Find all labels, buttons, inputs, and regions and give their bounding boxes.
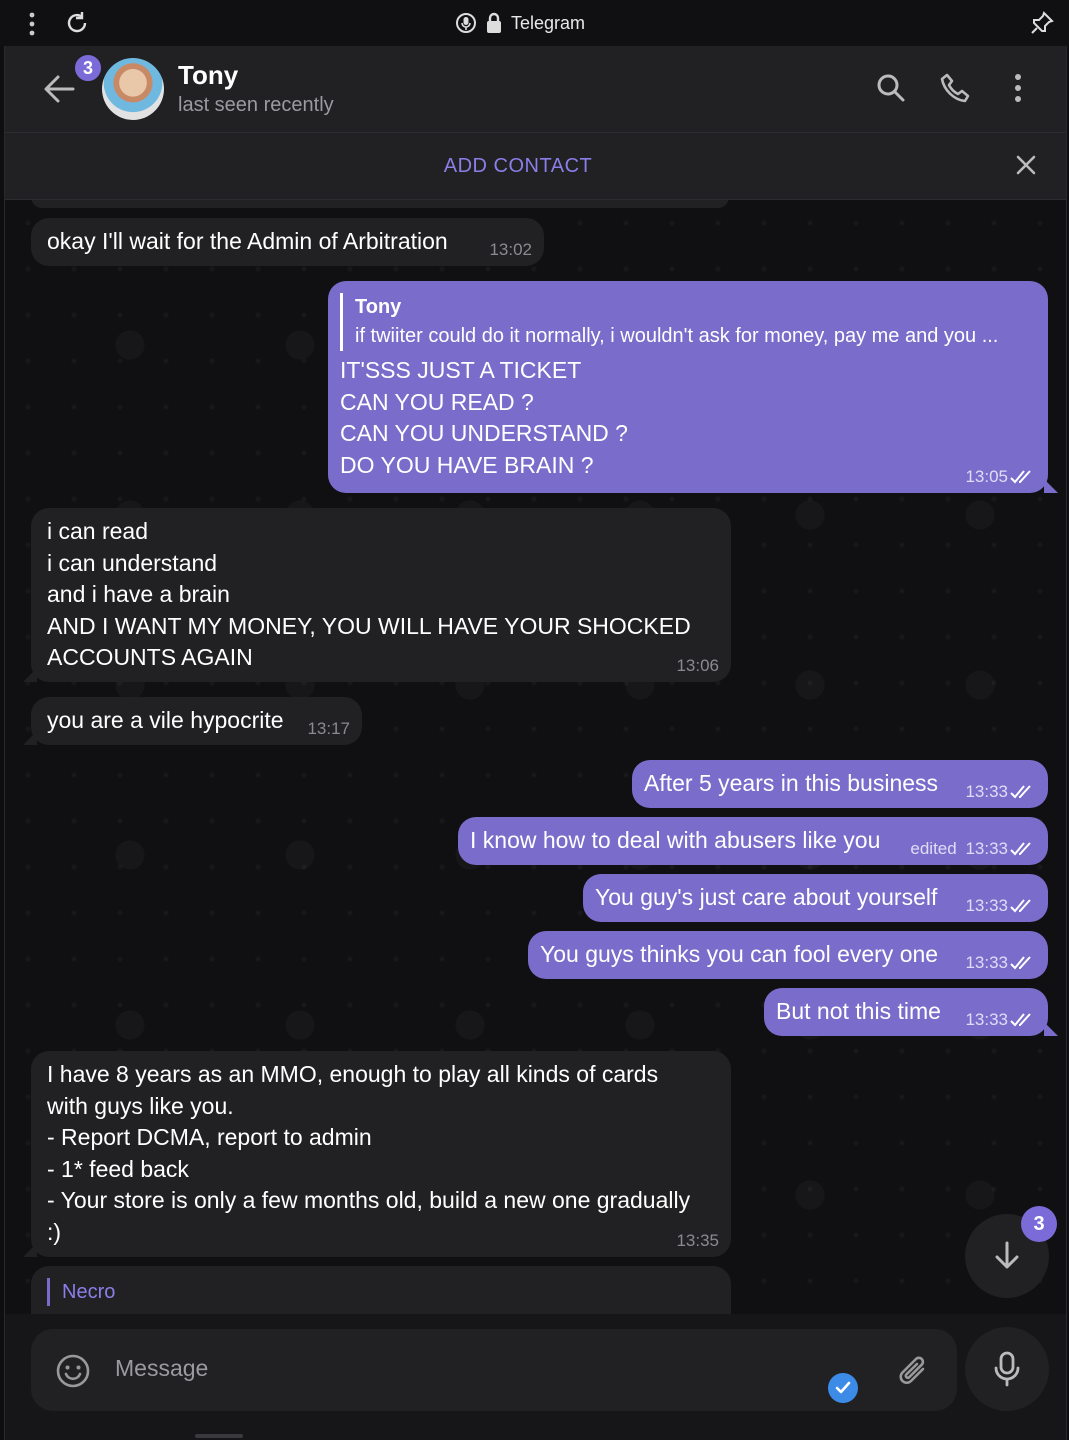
message-composer[interactable]: Message	[31, 1329, 957, 1411]
back-arrow-icon[interactable]	[41, 72, 77, 106]
message-bubble[interactable]: I know how to deal with abusers like you…	[458, 817, 1048, 865]
message-time: 13:33	[965, 954, 1036, 971]
message-text: ACCOUNTS AGAIN	[47, 644, 253, 670]
message-text: - Report DCMA, report to admin	[47, 1124, 372, 1150]
microphone-permission-icon[interactable]	[455, 12, 477, 34]
message-bubble[interactable]: i can read i can understand and i have a…	[23, 508, 731, 682]
bubble-tail	[23, 1243, 37, 1257]
double-check-icon	[1010, 784, 1031, 798]
message-text: IT'SSS JUST A TICKET	[340, 357, 582, 383]
browser-url-area[interactable]: Telegram	[455, 12, 585, 34]
message-input[interactable]: Message	[115, 1355, 208, 1382]
message-time: 13:17	[307, 719, 350, 738]
reload-icon[interactable]	[64, 10, 90, 36]
message-text: DO YOU HAVE BRAIN ?	[340, 451, 594, 478]
message-time: 13:33	[965, 783, 1036, 800]
message-text: with guys like you.	[47, 1092, 234, 1119]
more-menu-icon[interactable]	[1013, 72, 1023, 104]
message-text: CAN YOU READ ?	[340, 388, 534, 415]
voice-message-button[interactable]	[965, 1327, 1049, 1411]
browser-top-bar: Telegram	[0, 0, 1069, 46]
message-time: 13:05	[965, 468, 1036, 485]
message-time: edited 13:33	[910, 840, 1036, 857]
bubble-tail	[1044, 479, 1058, 493]
double-check-icon	[1010, 898, 1031, 912]
unread-badge: 3	[73, 53, 103, 83]
message-bubble[interactable]: After 5 years in this business 13:33	[632, 760, 1048, 808]
double-check-icon	[1010, 469, 1031, 483]
close-icon[interactable]	[1014, 153, 1038, 177]
double-check-icon	[1010, 955, 1031, 969]
message-time: 13:33	[965, 897, 1036, 914]
search-icon[interactable]	[875, 72, 907, 104]
message-bubble[interactable]: you are a vile hypocrite 13:17	[23, 697, 362, 745]
edited-label: edited	[910, 839, 957, 858]
message-bubble[interactable]: You guy's just care about yourself 13:33	[583, 874, 1048, 922]
lock-icon	[487, 12, 501, 33]
chat-window: 3 Tony last seen recently ADD CONTACT ok…	[4, 46, 1067, 1440]
verified-check-icon	[828, 1373, 858, 1403]
message-time: 13:06	[676, 656, 719, 675]
browser-menu-icon[interactable]	[22, 10, 42, 38]
double-check-icon	[1010, 1012, 1031, 1026]
add-contact-button[interactable]: ADD CONTACT	[5, 155, 1031, 178]
message-bubble[interactable]: okay I'll wait for the Admin of Arbitrat…	[31, 218, 544, 266]
message-text: CAN YOU UNDERSTAND ?	[340, 420, 628, 446]
phone-icon[interactable]	[939, 72, 973, 106]
contact-name[interactable]: Tony	[178, 60, 238, 91]
message-bubble[interactable]: Necro	[31, 1266, 731, 1314]
message-text: i can read	[47, 518, 149, 544]
browser-page-title: Telegram	[511, 12, 586, 33]
reply-author: Tony	[355, 296, 402, 318]
pin-icon[interactable]	[1029, 10, 1055, 36]
message-text: - 1* feed back	[47, 1155, 189, 1182]
message-bubble[interactable]: You guys thinks you can fool every one 1…	[528, 931, 1048, 979]
message-text: I have 8 years as an MMO, enough to play…	[47, 1061, 659, 1087]
message-text: okay I'll wait for the Admin of Arbitrat…	[47, 228, 448, 254]
bubble-tail	[1044, 1022, 1058, 1036]
microphone-icon	[994, 1351, 1020, 1387]
scroll-indicator	[195, 1434, 243, 1438]
reply-text: if twiiter could do it normally, i would…	[355, 325, 999, 347]
message-text: AND I WANT MY MONEY, YOU WILL HAVE YOUR …	[47, 612, 691, 639]
message-list[interactable]: okay I'll wait for the Admin of Arbitrat…	[5, 200, 1066, 1314]
arrow-down-icon	[995, 1241, 1019, 1269]
add-contact-bar: ADD CONTACT	[5, 133, 1066, 200]
double-check-icon	[1010, 841, 1031, 855]
chat-header: 3 Tony last seen recently	[5, 46, 1066, 133]
avatar[interactable]	[102, 58, 164, 120]
message-bubble[interactable]: Tony if twiiter could do it normally, i …	[328, 281, 1058, 493]
message-bubble[interactable]: I have 8 years as an MMO, enough to play…	[23, 1051, 731, 1257]
message-time: 13:02	[489, 240, 532, 259]
scroll-unread-badge: 3	[1021, 1206, 1057, 1242]
message-bubble[interactable]: But not this time 13:33	[764, 988, 1058, 1036]
message-bubble[interactable]	[31, 200, 729, 208]
reply-author: Necro	[62, 1281, 116, 1303]
bubble-tail	[23, 668, 37, 682]
message-text: - Your store is only a few months old, b…	[47, 1187, 691, 1213]
emoji-icon[interactable]	[55, 1353, 91, 1389]
message-text: and i have a brain	[47, 581, 230, 607]
message-time: 13:33	[965, 1011, 1036, 1028]
attachment-icon[interactable]	[897, 1353, 931, 1389]
message-text: you are a vile hypocrite	[47, 707, 284, 733]
message-text: :)	[47, 1218, 62, 1245]
reply-quote[interactable]: Tony if twiiter could do it normally, i …	[340, 293, 1036, 351]
message-text: i can understand	[47, 549, 218, 576]
message-text: You guys thinks you can fool every one	[540, 941, 939, 967]
bubble-tail	[23, 731, 37, 745]
message-time: 13:35	[676, 1231, 719, 1250]
contact-status: last seen recently	[178, 94, 334, 116]
reply-quote[interactable]: Necro	[47, 1278, 715, 1306]
